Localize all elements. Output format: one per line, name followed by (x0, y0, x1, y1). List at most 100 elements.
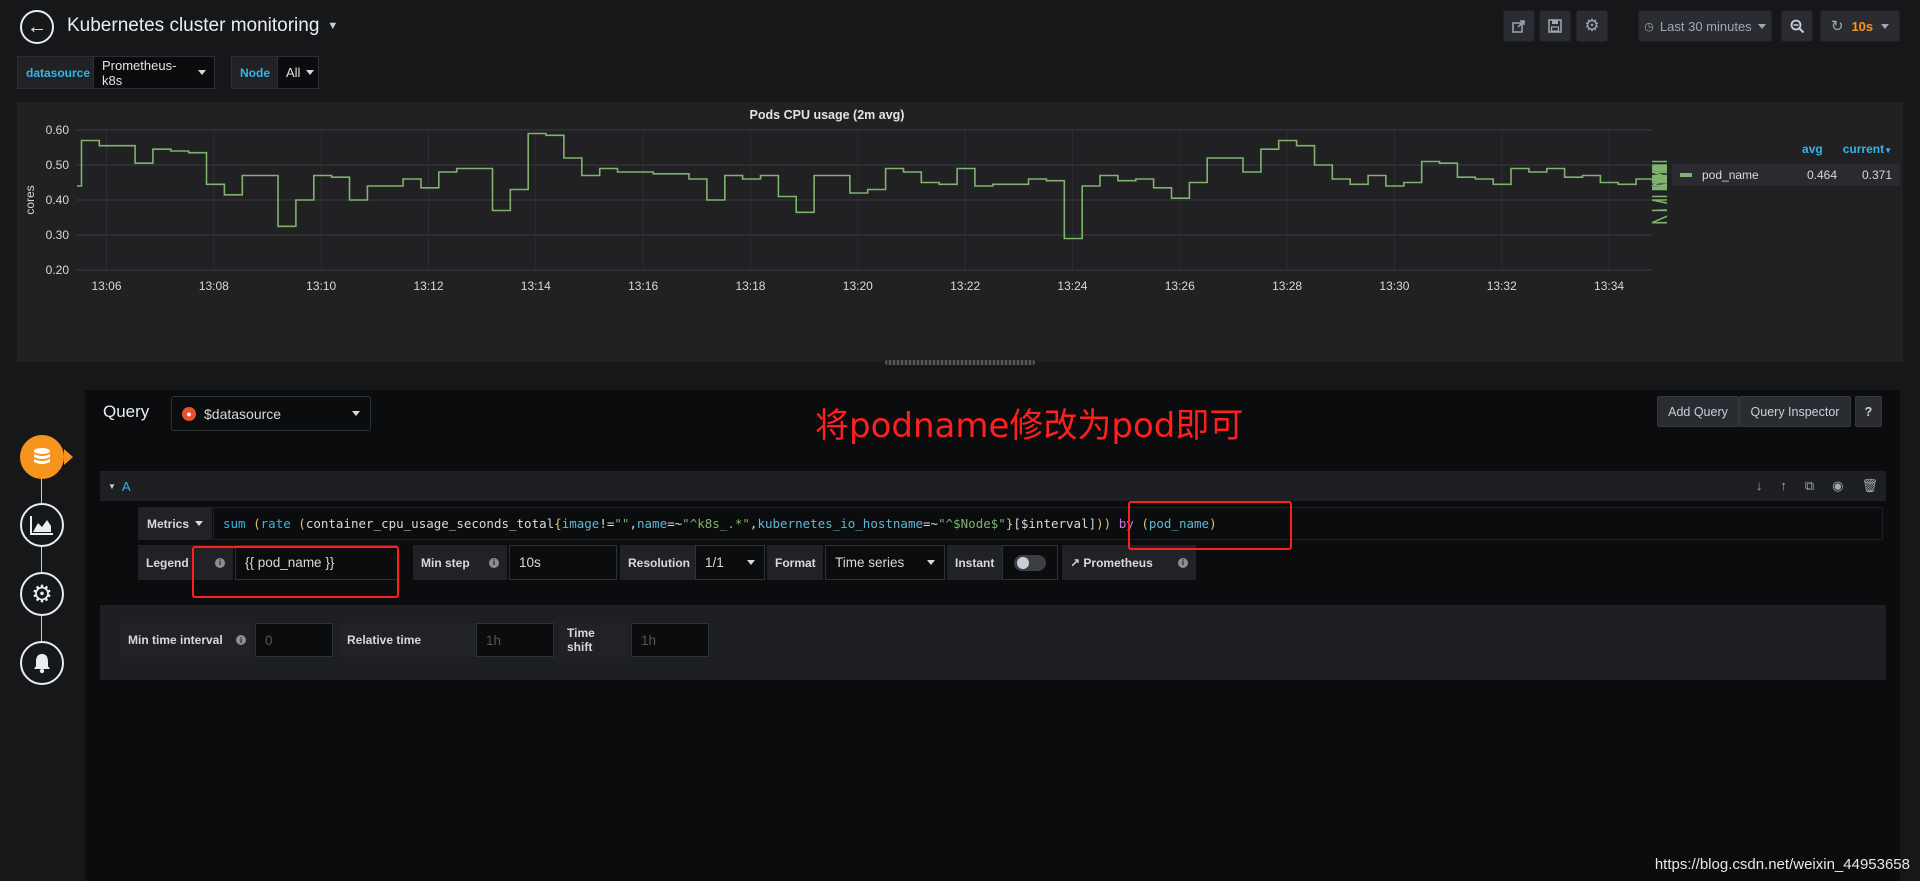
metrics-label[interactable]: Metrics (138, 507, 212, 540)
x-tick-label: 13:20 (843, 279, 873, 293)
query-token: image (561, 516, 600, 531)
query-token: "^$Node$" (938, 516, 1006, 531)
query-token: =~ (923, 516, 939, 531)
relative-time-input[interactable]: 1h (476, 623, 554, 657)
query-token: kubernetes_io_hostname (757, 516, 924, 531)
caret-down-icon: ▼ (327, 20, 339, 32)
share-button[interactable] (1503, 10, 1535, 42)
variable-label-datasource: datasource (17, 56, 100, 89)
min-step-label: Min step i (413, 545, 507, 580)
active-tab-indicator (64, 449, 73, 465)
bell-icon (34, 654, 50, 674)
save-icon (1548, 19, 1562, 33)
back-button[interactable]: ← (20, 10, 54, 44)
highlight-box-by-clause (1128, 501, 1292, 550)
save-dashboard-button[interactable] (1539, 10, 1571, 42)
dashboard-title[interactable]: Kubernetes cluster monitoring ▼ (67, 15, 338, 37)
prometheus-icon: ● (182, 406, 196, 421)
query-token: , (629, 516, 637, 531)
duplicate-icon[interactable]: ⧉ (1805, 478, 1814, 494)
query-token: "" (614, 516, 630, 531)
legend-header-avg[interactable]: avg (1802, 142, 1823, 156)
help-button[interactable]: ? (1855, 396, 1882, 427)
min-time-interval-input[interactable]: 0 (255, 623, 333, 657)
query-inspector-button[interactable]: Query Inspector (1739, 396, 1851, 427)
x-tick-label: 13:26 (1165, 279, 1195, 293)
toggle-knob (1017, 557, 1029, 569)
query-row-actions: ↓ ↑ ⧉ ◉ 🗑 (1756, 478, 1878, 494)
x-tick-label: 13:12 (413, 279, 443, 293)
zoom-out-button[interactable] (1781, 10, 1813, 42)
variable-label-node: Node (231, 56, 279, 89)
tab-queries[interactable] (20, 435, 64, 479)
series-color-swatch[interactable] (1680, 173, 1692, 177)
move-up-icon[interactable]: ↑ (1780, 478, 1787, 494)
area-chart-icon (30, 516, 53, 535)
y-tick-label: 0.20 (46, 263, 70, 277)
caret-down-icon (1881, 23, 1890, 29)
database-icon (34, 448, 50, 464)
legend-item[interactable]: pod_name 0.464 0.371 (1672, 164, 1900, 186)
clock-icon: ◷ (1644, 20, 1654, 33)
x-tick-label: 13:34 (1594, 279, 1624, 293)
highlight-box-legend (192, 546, 399, 598)
settings-button[interactable]: ⚙ (1576, 10, 1608, 42)
x-tick-label: 13:24 (1057, 279, 1087, 293)
refresh-picker[interactable]: ↻ 10s (1820, 10, 1900, 42)
instant-toggle[interactable] (1014, 555, 1046, 571)
y-tick-label: 0.60 (46, 123, 70, 137)
datasource-picker[interactable]: ● $datasource (171, 396, 371, 431)
query-ref-toggle[interactable]: ▼ A (108, 479, 131, 494)
graph-panel: Pods CPU usage (2m avg) 0.60 0.50 0.40 0.30… (17, 102, 1903, 362)
promql-query-input[interactable]: sum (rate (container_cpu_usage_seconds_t… (213, 507, 1883, 540)
share-icon (1512, 20, 1525, 33)
x-tick-label: 13:06 (91, 279, 121, 293)
time-picker[interactable]: ◷ Last 30 minutes (1638, 10, 1772, 42)
panel-resize-handle[interactable] (885, 360, 1035, 365)
query-token: ( (245, 516, 261, 531)
eye-icon[interactable]: ◉ (1832, 478, 1843, 494)
x-tick-label: 13:08 (199, 279, 229, 293)
instant-label: Instant (947, 545, 1002, 580)
trash-icon[interactable]: 🗑 (1861, 478, 1878, 494)
arrow-left-icon: ← (27, 15, 47, 38)
series-line-pod-name (77, 132, 1667, 240)
tab-alert[interactable] (20, 641, 64, 685)
annotation-text: 将podname修改为pod即可 (815, 406, 1244, 446)
query-token: "^k8s_.*" (682, 516, 750, 531)
prometheus-docs-link[interactable]: ↗ Prometheus i (1062, 545, 1196, 580)
caret-down-icon (306, 70, 315, 75)
add-query-button[interactable]: Add Query (1657, 396, 1739, 427)
query-token: ( (290, 516, 306, 531)
query-token: rate (260, 516, 291, 531)
info-icon[interactable]: i (489, 557, 499, 568)
caret-down-icon: ▼ (108, 481, 116, 491)
query-token (1111, 516, 1119, 531)
relative-time-label: Relative time (339, 623, 475, 657)
variable-select-datasource[interactable]: Prometheus-k8s (93, 56, 215, 89)
resolution-select[interactable]: 1/1 (695, 545, 765, 580)
move-down-icon[interactable]: ↓ (1756, 478, 1763, 494)
legend-header-current[interactable]: current▼ (1843, 142, 1892, 156)
format-label: Format (767, 545, 823, 580)
x-tick-label: 13:22 (950, 279, 980, 293)
x-tick-label: 13:18 (735, 279, 765, 293)
format-select[interactable]: Time series (825, 545, 945, 580)
tab-general[interactable]: ⚙ (20, 572, 64, 616)
info-icon[interactable]: i (1178, 557, 1188, 568)
query-token: } (1005, 516, 1014, 531)
query-token: != (599, 516, 615, 531)
time-shift-input[interactable]: 1h (631, 623, 709, 657)
info-icon[interactable]: i (236, 635, 246, 645)
resolution-label: Resolution (620, 545, 695, 580)
query-token: [$interval] (1013, 516, 1097, 531)
external-link-icon: ↗ (1070, 555, 1081, 570)
min-step-input[interactable]: 10s (509, 545, 617, 580)
variable-select-node[interactable]: All (277, 56, 319, 89)
query-token: { (554, 516, 562, 531)
sort-desc-icon: ▼ (1884, 146, 1892, 155)
query-token: sum (223, 516, 246, 531)
caret-down-icon (198, 70, 206, 75)
tab-visualization[interactable] (20, 503, 64, 547)
query-token: container_cpu_usage_seconds_total (305, 516, 555, 531)
